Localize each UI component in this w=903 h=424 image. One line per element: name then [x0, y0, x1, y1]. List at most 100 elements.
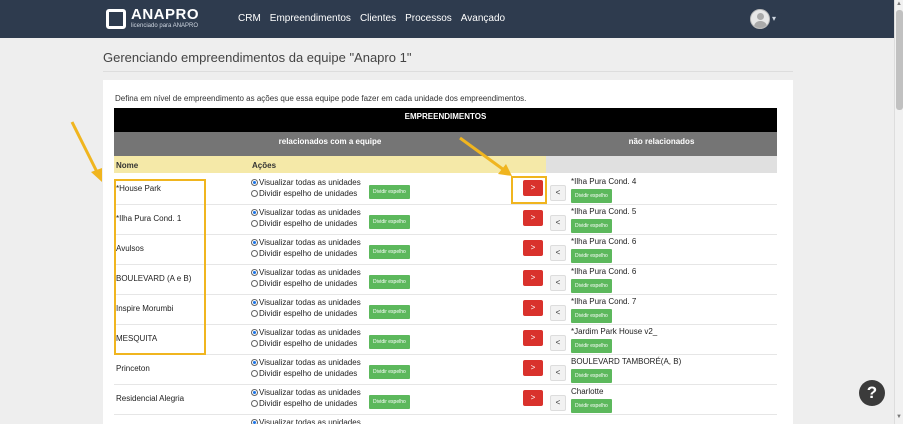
- option-view-all[interactable]: Visualizar todas as unidades: [251, 298, 361, 307]
- move-left-button[interactable]: <: [550, 245, 566, 261]
- radio-unselected-icon[interactable]: [251, 370, 258, 377]
- move-left-button[interactable]: <: [550, 185, 566, 201]
- radio-selected-icon[interactable]: [251, 239, 258, 246]
- option-split-mirror[interactable]: Dividir espelho de unidades: [251, 249, 357, 258]
- option-split-mirror[interactable]: Dividir espelho de unidades: [251, 369, 357, 378]
- move-right-button[interactable]: >: [523, 240, 543, 256]
- table-row: *House Park Visualizar todas as unidades…: [114, 175, 777, 205]
- option-view-all[interactable]: Visualizar todas as unidades: [251, 418, 361, 424]
- radio-selected-icon[interactable]: [251, 359, 258, 366]
- option-split-mirror-label: Dividir espelho de unidades: [259, 339, 358, 348]
- unrelated-split-mirror-button[interactable]: Dividir espelho: [571, 399, 612, 413]
- option-view-all-label: Visualizar todas as unidades: [259, 208, 361, 217]
- highlight-move-button-box: [511, 176, 547, 204]
- table-row: Princeton Visualizar todas as unidades D…: [114, 355, 777, 385]
- option-split-mirror-label: Dividir espelho de unidades: [259, 279, 358, 288]
- unrelated-split-mirror-button[interactable]: Dividir espelho: [571, 309, 612, 323]
- radio-unselected-icon[interactable]: [251, 400, 258, 407]
- move-right-button[interactable]: >: [523, 270, 543, 286]
- unrelated-name: *Ilha Pura Cond. 6: [571, 237, 637, 246]
- radio-unselected-icon[interactable]: [251, 280, 258, 287]
- page-scrollbar[interactable]: ▲ ▼: [894, 0, 903, 424]
- option-view-all[interactable]: Visualizar todas as unidades: [251, 388, 361, 397]
- option-split-mirror[interactable]: Dividir espelho de unidades: [251, 339, 357, 348]
- option-view-all[interactable]: Visualizar todas as unidades: [251, 208, 361, 217]
- radio-selected-icon[interactable]: [251, 419, 258, 424]
- unrelated-split-mirror-button[interactable]: Dividir espelho: [571, 339, 612, 353]
- move-right-button[interactable]: >: [523, 300, 543, 316]
- nav-item-empreendimentos[interactable]: Empreendimentos: [270, 13, 351, 24]
- split-mirror-button[interactable]: Dividir espelho: [369, 275, 410, 289]
- option-split-mirror[interactable]: Dividir espelho de unidades: [251, 399, 357, 408]
- annotation-arrow-right-icon: [459, 136, 512, 176]
- scroll-up-icon[interactable]: ▲: [896, 1, 902, 7]
- split-mirror-button[interactable]: Dividir espelho: [369, 395, 410, 409]
- move-left-button[interactable]: <: [550, 395, 566, 411]
- radio-unselected-icon[interactable]: [251, 310, 258, 317]
- option-split-mirror-label: Dividir espelho de unidades: [259, 189, 358, 198]
- unrelated-split-mirror-button[interactable]: Dividir espelho: [571, 279, 612, 293]
- brand-logo[interactable]: ANAPRO licenciado para ANAPRO: [106, 7, 199, 30]
- unrelated-split-mirror-button[interactable]: Dividir espelho: [571, 249, 612, 263]
- radio-selected-icon[interactable]: [251, 299, 258, 306]
- table-header-unrelated: não relacionados: [546, 132, 777, 156]
- radio-selected-icon[interactable]: [251, 179, 258, 186]
- unrelated-split-mirror-button[interactable]: Dividir espelho: [571, 189, 612, 203]
- option-split-mirror[interactable]: Dividir espelho de unidades: [251, 189, 357, 198]
- table-row: BOULEVARD (A e B) Visualizar todas as un…: [114, 265, 777, 295]
- move-right-button[interactable]: >: [523, 330, 543, 346]
- option-view-all-label: Visualizar todas as unidades: [259, 388, 361, 397]
- nav-item-avancado[interactable]: Avançado: [461, 13, 505, 24]
- split-mirror-button[interactable]: Dividir espelho: [369, 305, 410, 319]
- unrelated-split-mirror-button[interactable]: Dividir espelho: [571, 369, 612, 383]
- option-view-all-label: Visualizar todas as unidades: [259, 178, 361, 187]
- help-button[interactable]: ?: [859, 380, 885, 406]
- move-left-button[interactable]: <: [550, 335, 566, 351]
- split-mirror-button[interactable]: Dividir espelho: [369, 245, 410, 259]
- radio-selected-icon[interactable]: [251, 389, 258, 396]
- radio-unselected-icon[interactable]: [251, 190, 258, 197]
- nav-item-processos[interactable]: Processos: [405, 13, 452, 24]
- table-row: Residencial Alegria Visualizar todas as …: [114, 385, 777, 415]
- radio-selected-icon[interactable]: [251, 329, 258, 336]
- scroll-down-icon[interactable]: ▼: [896, 414, 902, 420]
- split-mirror-button[interactable]: Dividir espelho: [369, 365, 410, 379]
- scrollbar-thumb[interactable]: [896, 10, 903, 110]
- option-split-mirror[interactable]: Dividir espelho de unidades: [251, 309, 357, 318]
- option-view-all[interactable]: Visualizar todas as unidades: [251, 328, 361, 337]
- move-right-button[interactable]: >: [523, 210, 543, 226]
- option-view-all[interactable]: Visualizar todas as unidades: [251, 178, 361, 187]
- move-right-button[interactable]: >: [523, 390, 543, 406]
- table-row: Avulsos Visualizar todas as unidades Div…: [114, 235, 777, 265]
- nav-item-crm[interactable]: CRM: [238, 13, 261, 24]
- move-left-button[interactable]: <: [550, 275, 566, 291]
- unrelated-name: *Ilha Pura Cond. 5: [571, 207, 637, 216]
- split-mirror-button[interactable]: Dividir espelho: [369, 335, 410, 349]
- option-view-all[interactable]: Visualizar todas as unidades: [251, 358, 361, 367]
- radio-unselected-icon[interactable]: [251, 250, 258, 257]
- top-navbar: ANAPRO licenciado para ANAPRO CRM Empree…: [0, 0, 894, 38]
- user-avatar[interactable]: [750, 9, 770, 29]
- nav-item-clientes[interactable]: Clientes: [360, 13, 396, 24]
- move-left-button[interactable]: <: [550, 305, 566, 321]
- option-view-all[interactable]: Visualizar todas as unidades: [251, 238, 361, 247]
- move-left-button[interactable]: <: [550, 215, 566, 231]
- radio-selected-icon[interactable]: [251, 209, 258, 216]
- option-split-mirror[interactable]: Dividir espelho de unidades: [251, 219, 357, 228]
- chevron-down-icon[interactable]: ▾: [772, 14, 776, 23]
- split-mirror-button[interactable]: Dividir espelho: [369, 215, 410, 229]
- radio-unselected-icon[interactable]: [251, 340, 258, 347]
- radio-selected-icon[interactable]: [251, 269, 258, 276]
- split-mirror-button[interactable]: Dividir espelho: [369, 185, 410, 199]
- table-row: Visualizar todas as unidades: [114, 415, 777, 424]
- main-nav: CRM Empreendimentos Clientes Processos A…: [238, 13, 514, 24]
- move-right-button[interactable]: >: [523, 360, 543, 376]
- move-left-button[interactable]: <: [550, 365, 566, 381]
- column-header-nome: Nome: [116, 161, 139, 170]
- highlight-names-box: [114, 179, 206, 355]
- unrelated-split-mirror-button[interactable]: Dividir espelho: [571, 219, 612, 233]
- option-split-mirror[interactable]: Dividir espelho de unidades: [251, 279, 357, 288]
- option-view-all-label: Visualizar todas as unidades: [259, 238, 361, 247]
- option-view-all[interactable]: Visualizar todas as unidades: [251, 268, 361, 277]
- radio-unselected-icon[interactable]: [251, 220, 258, 227]
